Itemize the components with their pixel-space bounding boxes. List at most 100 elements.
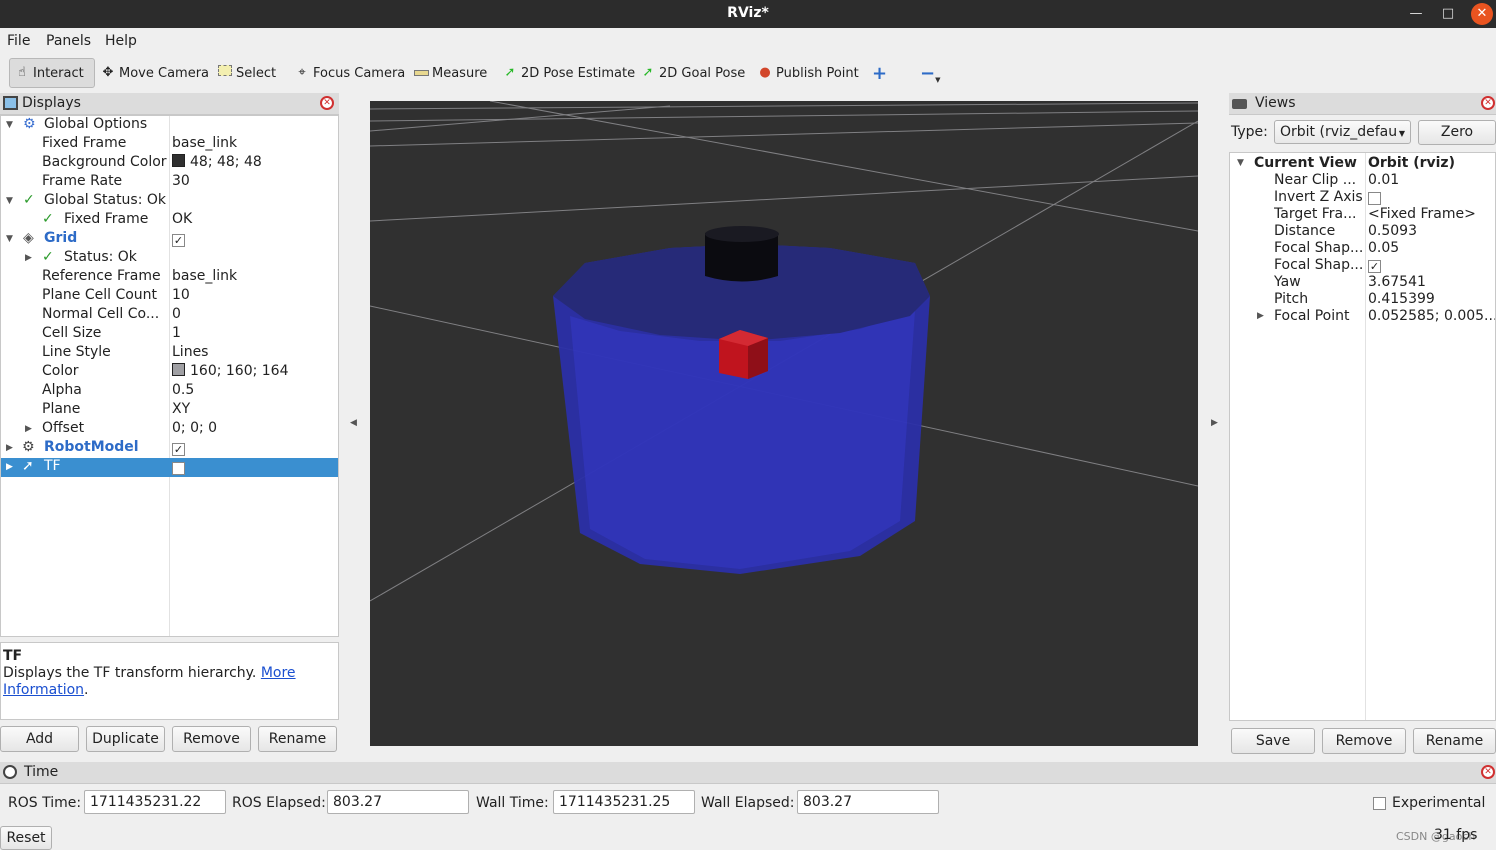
row-value[interactable]: 0.5 <box>172 382 194 398</box>
tree-row-cell-size[interactable]: Cell Size 1 <box>1 325 338 344</box>
row-value[interactable]: XY <box>172 401 190 417</box>
remove-display-button[interactable]: Remove <box>172 726 251 752</box>
row-value[interactable]: 0.5093 <box>1368 223 1417 239</box>
tree-row-background-color[interactable]: Background Color 48; 48; 48 <box>1 154 338 173</box>
collapse-arrow-icon[interactable]: ▶ <box>1257 308 1264 325</box>
row-value[interactable]: 0 <box>172 306 181 322</box>
focus-camera-button[interactable]: ⌖ Focus Camera <box>290 58 409 88</box>
add-button[interactable]: Add <box>0 726 79 752</box>
measure-button[interactable]: Measure <box>409 58 491 88</box>
rename-view-button[interactable]: Rename <box>1413 728 1496 754</box>
wall-elapsed-field[interactable]: 803.27 <box>797 790 939 814</box>
focal-shape-fixed-row[interactable]: Focal Shap... ✓ <box>1230 257 1495 274</box>
tree-row-global-options[interactable]: ▼ ⚙ Global Options <box>1 116 338 135</box>
publish-point-button[interactable]: ● Publish Point <box>753 58 863 88</box>
ros-elapsed-field[interactable]: 803.27 <box>327 790 469 814</box>
pose-estimate-button[interactable]: ➚ 2D Pose Estimate <box>498 58 639 88</box>
wall-time-field[interactable]: 1711435231.25 <box>553 790 695 814</box>
expand-arrow-icon[interactable]: ▼ <box>6 116 13 135</box>
menu-file[interactable]: File <box>7 33 30 49</box>
row-value[interactable]: 0.052585; 0.005... <box>1368 308 1495 324</box>
close-icon[interactable]: ✕ <box>1481 96 1495 110</box>
focal-shape-size-row[interactable]: Focal Shap... 0.05 <box>1230 240 1495 257</box>
more-link[interactable]: More <box>261 665 296 681</box>
grid-checkbox[interactable]: ✓ <box>172 232 185 248</box>
collapse-arrow-icon[interactable]: ▶ <box>6 458 13 477</box>
current-view-row[interactable]: ▼ Current View Orbit (rviz) <box>1230 155 1495 172</box>
row-value[interactable]: 0.05 <box>1368 240 1399 256</box>
tree-row-plane[interactable]: Plane XY <box>1 401 338 420</box>
row-value[interactable]: 0.415399 <box>1368 291 1435 307</box>
experimental-checkbox[interactable] <box>1373 797 1386 810</box>
tree-row-frame-rate[interactable]: Frame Rate 30 <box>1 173 338 192</box>
row-value[interactable]: 3.67541 <box>1368 274 1426 290</box>
scene-svg[interactable] <box>370 101 1198 746</box>
view-type-select[interactable]: Orbit (rviz_defau ▼ <box>1274 120 1411 144</box>
tree-row-fixed-frame[interactable]: Fixed Frame base_link <box>1 135 338 154</box>
row-value[interactable]: base_link <box>172 268 237 284</box>
reset-button[interactable]: Reset <box>0 826 52 850</box>
expand-arrow-icon[interactable]: ▼ <box>6 230 13 249</box>
row-value[interactable]: base_link <box>172 135 237 151</box>
distance-row[interactable]: Distance 0.5093 <box>1230 223 1495 240</box>
row-value[interactable]: 48; 48; 48 <box>172 154 262 170</box>
row-value[interactable]: 0; 0; 0 <box>172 420 217 436</box>
tree-row-global-status[interactable]: ▼ ✓ Global Status: Ok <box>1 192 338 211</box>
tree-row-normal-cell-count[interactable]: Normal Cell Co... 0 <box>1 306 338 325</box>
expand-arrow-icon[interactable]: ▼ <box>1237 155 1244 172</box>
row-value[interactable]: <Fixed Frame> <box>1368 206 1476 222</box>
tree-row-color[interactable]: Color 160; 160; 164 <box>1 363 338 382</box>
render-viewport[interactable] <box>370 101 1198 746</box>
near-clip-row[interactable]: Near Clip ... 0.01 <box>1230 172 1495 189</box>
tree-row-offset[interactable]: ▶ Offset 0; 0; 0 <box>1 420 338 439</box>
collapse-arrow-icon[interactable]: ▶ <box>6 439 13 458</box>
menu-help[interactable]: Help <box>105 33 137 49</box>
yaw-row[interactable]: Yaw 3.67541 <box>1230 274 1495 291</box>
zero-button[interactable]: Zero <box>1418 120 1496 145</box>
row-value[interactable]: 160; 160; 164 <box>172 363 289 379</box>
ros-time-field[interactable]: 1711435231.22 <box>84 790 226 814</box>
remove-view-button[interactable]: Remove <box>1322 728 1406 754</box>
tree-row-reference-frame[interactable]: Reference Frame base_link <box>1 268 338 287</box>
expand-arrow-icon[interactable]: ▼ <box>6 192 13 211</box>
duplicate-button[interactable]: Duplicate <box>86 726 165 752</box>
tf-checkbox[interactable] <box>172 460 185 476</box>
select-button[interactable]: Select <box>213 58 280 88</box>
close-icon[interactable]: ✕ <box>320 96 334 110</box>
invert-z-checkbox[interactable] <box>1368 190 1381 206</box>
goal-pose-button[interactable]: ➚ 2D Goal Pose <box>636 58 749 88</box>
tree-row-plane-cell-count[interactable]: Plane Cell Count 10 <box>1 287 338 306</box>
robotmodel-checkbox[interactable]: ✓ <box>172 441 185 457</box>
maximize-icon[interactable]: □ <box>1437 3 1459 25</box>
tree-row-alpha[interactable]: Alpha 0.5 <box>1 382 338 401</box>
row-value[interactable]: 1 <box>172 325 181 341</box>
collapse-arrow-icon[interactable]: ▶ <box>25 420 32 439</box>
focal-point-row[interactable]: ▶ Focal Point 0.052585; 0.005... <box>1230 308 1495 325</box>
left-splitter-arrow-icon[interactable]: ◀ <box>350 418 357 428</box>
move-camera-button[interactable]: ✥ Move Camera <box>96 58 213 88</box>
tree-row-line-style[interactable]: Line Style Lines <box>1 344 338 363</box>
close-icon[interactable]: ✕ <box>1471 3 1493 25</box>
remove-tool-icon[interactable]: − ▼ <box>916 58 944 88</box>
target-frame-row[interactable]: Target Fra... <Fixed Frame> <box>1230 206 1495 223</box>
focal-shape-checkbox[interactable]: ✓ <box>1368 258 1381 274</box>
invert-z-row[interactable]: Invert Z Axis <box>1230 189 1495 206</box>
row-value[interactable]: 10 <box>172 287 190 303</box>
tree-row-grid[interactable]: ▼ ◈ Grid ✓ <box>1 230 338 249</box>
right-splitter-arrow-icon[interactable]: ▶ <box>1211 418 1218 428</box>
row-value[interactable]: 30 <box>172 173 190 189</box>
add-tool-icon[interactable]: + <box>868 58 891 88</box>
row-value[interactable]: Lines <box>172 344 208 360</box>
pitch-row[interactable]: Pitch 0.415399 <box>1230 291 1495 308</box>
row-value[interactable]: 0.01 <box>1368 172 1399 188</box>
save-view-button[interactable]: Save <box>1231 728 1315 754</box>
menu-panels[interactable]: Panels <box>46 33 91 49</box>
interact-button[interactable]: ☝ Interact <box>9 58 95 88</box>
information-link[interactable]: Information <box>3 682 84 698</box>
tree-row-robotmodel[interactable]: ▶ ⚙ RobotModel ✓ <box>1 439 338 458</box>
close-icon[interactable]: ✕ <box>1481 765 1495 779</box>
tree-row-tf[interactable]: ▶ ➚ TF <box>1 458 338 477</box>
tree-row-fixed-frame-status[interactable]: ✓ Fixed Frame OK <box>1 211 338 230</box>
tree-row-grid-status[interactable]: ▶ ✓ Status: Ok <box>1 249 338 268</box>
minimize-icon[interactable]: — <box>1405 3 1427 25</box>
